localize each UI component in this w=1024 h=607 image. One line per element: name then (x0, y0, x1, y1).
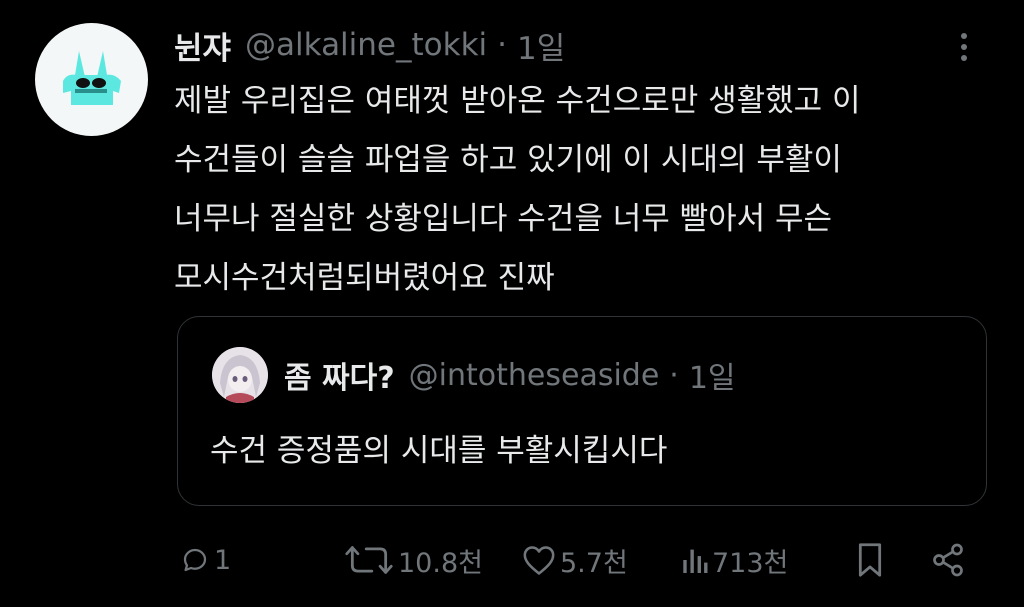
tweet-text-line: 제발 우리집은 여태껏 받아온 수건으로만 생활했고 이 (174, 83, 861, 119)
views-button[interactable]: 713천 (682, 538, 788, 582)
quoted-handle[interactable]: @intotheseaside (409, 358, 660, 393)
reply-button[interactable]: 1 (180, 538, 231, 582)
retweet-button[interactable]: 10.8천 (344, 538, 483, 582)
view-count: 713천 (712, 547, 789, 579)
quoted-time[interactable]: 1일 (689, 353, 736, 397)
tweet-text-line: 모시수건처럼되버렸어요 진짜 (174, 260, 555, 296)
quoted-tweet[interactable]: 좀 짜다? @intotheseaside · 1일 수건 증정품의 시대를 부… (177, 316, 987, 506)
quoted-separator: · (669, 357, 679, 393)
quoted-author-avatar[interactable] (212, 347, 268, 403)
tweet-text: 제발 우리집은 여태껏 받아온 수건으로만 생활했고 이 수건들이 슬슬 파업을… (174, 72, 984, 308)
author-avatar[interactable] (35, 23, 148, 136)
heart-icon (523, 546, 555, 575)
quoted-header: 좀 짜다? @intotheseaside · 1일 (284, 353, 736, 397)
share-button[interactable] (930, 538, 966, 582)
bunny-avatar-icon (63, 51, 121, 105)
share-icon (933, 543, 963, 577)
more-options-button[interactable] (952, 30, 976, 64)
retweet-count: 10.8천 (398, 547, 483, 579)
like-button[interactable]: 5.7천 (522, 538, 628, 582)
tweet-text-line: 수건들이 슬슬 파업을 하고 있기에 이 시대의 부활이 (174, 142, 842, 178)
anime-avatar-icon (212, 347, 268, 403)
retweet-icon (345, 546, 393, 574)
bookmark-button[interactable] (856, 538, 884, 582)
tweet-time[interactable]: 1일 (517, 23, 565, 68)
quoted-display-name[interactable]: 좀 짜다? (284, 353, 395, 397)
bar-chart-icon (683, 549, 708, 573)
like-count: 5.7천 (560, 547, 628, 579)
tweet-header: 뉜쟈 @alkaline_tokki · 1일 (174, 22, 565, 68)
quoted-text: 수건 증정품의 시대를 부활시킵시다 (210, 433, 668, 469)
tweet-text-line: 너무나 절실한 상황입니다 수건을 너무 빨아서 무슨 (174, 201, 833, 237)
more-vertical-icon (961, 33, 967, 61)
header-separator: · (497, 27, 508, 63)
reply-count: 1 (214, 544, 232, 576)
reply-icon (183, 548, 207, 572)
author-display-name[interactable]: 뉜쟈 (174, 23, 231, 68)
author-handle[interactable]: @alkaline_tokki (245, 27, 487, 63)
bookmark-icon (858, 543, 882, 577)
